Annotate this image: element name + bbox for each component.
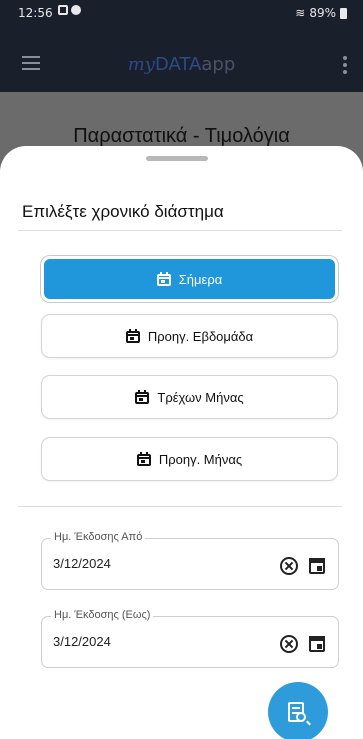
- image-notification-icon: [58, 5, 68, 15]
- wifi-signal-icon: ≋: [295, 6, 306, 20]
- search-documents-fab[interactable]: [268, 682, 328, 739]
- status-right: ≋ 89%: [295, 6, 347, 20]
- date-from-value[interactable]: 3/12/2024: [53, 556, 111, 571]
- sheet-drag-handle[interactable]: [146, 156, 208, 161]
- calendar-icon[interactable]: [309, 634, 325, 652]
- page-title: Παραστατικά - Τιμολόγια: [73, 125, 290, 147]
- account-notification-icon: [71, 5, 81, 15]
- date-to-label: Ημ. Έκδοσης (Εως): [51, 609, 154, 621]
- preset-label: Προηγ. Εβδομάδα: [147, 328, 254, 344]
- app-bar: myDATAapp: [0, 26, 363, 92]
- clear-circle-icon[interactable]: [280, 635, 298, 653]
- divider: [18, 506, 342, 507]
- date-to-field[interactable]: Ημ. Έκδοσης (Εως) 3/12/2024: [41, 609, 339, 668]
- preset-label: Σήμερα: [178, 271, 223, 287]
- date-to-value[interactable]: 3/12/2024: [53, 634, 111, 649]
- preset-today-button[interactable]: Σήμερα: [41, 256, 338, 302]
- date-from-label: Ημ. Έκδοσης Από: [51, 531, 146, 543]
- calendar-week-icon: [125, 329, 140, 343]
- status-bar: 12:56 ≋ 89%: [0, 0, 363, 26]
- more-vert-icon[interactable]: [343, 56, 347, 77]
- preset-label: Προηγ. Μήνας: [158, 451, 243, 467]
- status-time: 12:56: [18, 6, 53, 20]
- calendar-icon[interactable]: [309, 556, 325, 574]
- app-logo: myDATAapp: [127, 54, 236, 75]
- sheet-title: Επιλέξτε χρονικό διάστημα: [22, 202, 224, 221]
- divider: [18, 230, 342, 231]
- preset-label: Τρέχων Μήνας: [157, 389, 244, 405]
- battery-percent: 89%: [309, 6, 336, 20]
- preset-previous-week-button[interactable]: Προηγ. Εβδομάδα: [41, 314, 338, 358]
- date-from-field[interactable]: Ημ. Έκδοσης Από 3/12/2024: [41, 531, 339, 590]
- notification-icons: [58, 5, 81, 15]
- calendar-month-icon: [135, 390, 150, 404]
- battery-icon: [340, 7, 347, 19]
- clear-circle-icon[interactable]: [280, 557, 298, 575]
- magnifier-icon: [296, 712, 306, 722]
- calendar-previous-month-icon: [136, 452, 151, 466]
- preset-current-month-button[interactable]: Τρέχων Μήνας: [41, 375, 338, 419]
- preset-previous-month-button[interactable]: Προηγ. Μήνας: [41, 437, 338, 481]
- date-range-bottom-sheet: Επιλέξτε χρονικό διάστημα Σήμερα Προηγ. …: [0, 146, 363, 739]
- calendar-today-icon: [156, 272, 171, 286]
